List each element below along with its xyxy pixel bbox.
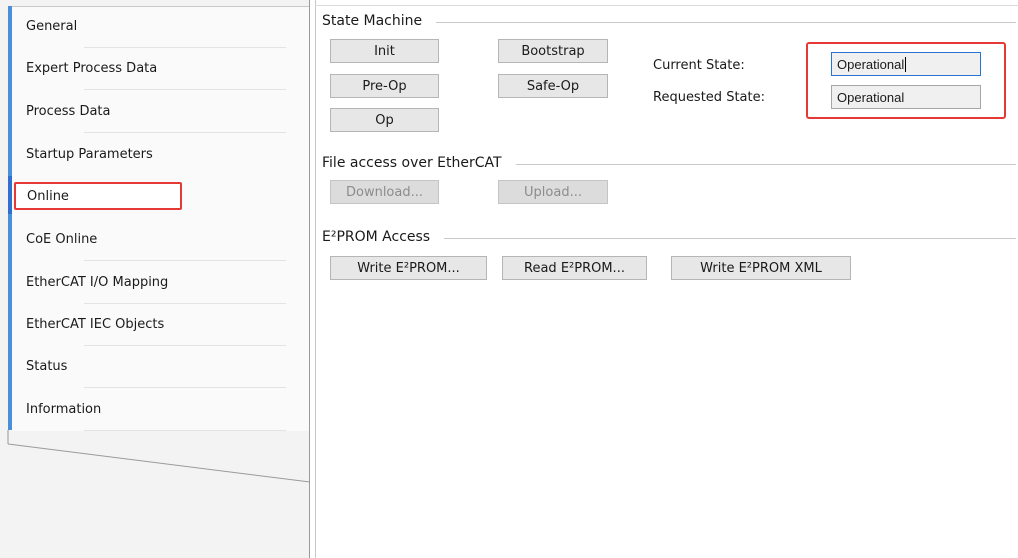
- panel-border: [315, 0, 316, 558]
- op-button[interactable]: Op: [330, 108, 439, 132]
- write-eeprom-xml-button[interactable]: Write E²PROM XML: [671, 256, 851, 280]
- bootstrap-button[interactable]: Bootstrap: [498, 39, 608, 63]
- upload-button[interactable]: Upload...: [498, 180, 608, 204]
- sidebar-item-label: Online: [27, 189, 69, 204]
- init-button[interactable]: Init: [330, 39, 439, 63]
- file-access-title: File access over EtherCAT: [322, 155, 516, 171]
- sidebar-item-coe-online[interactable]: CoE Online: [14, 219, 306, 261]
- sidebar-accent-bar: [8, 6, 12, 430]
- sidebar-item-process-data[interactable]: Process Data: [14, 91, 306, 133]
- preop-button[interactable]: Pre-Op: [330, 74, 439, 98]
- sidebar-item-information[interactable]: Information: [14, 389, 306, 431]
- divider: [84, 89, 286, 90]
- divider: [84, 387, 286, 388]
- current-state-label: Current State:: [653, 58, 745, 73]
- download-button[interactable]: Download...: [330, 180, 439, 204]
- sidebar-item-startup-parameters[interactable]: Startup Parameters: [14, 134, 306, 176]
- sidebar-item-online[interactable]: Online: [14, 182, 182, 210]
- divider: [84, 132, 286, 133]
- state-highlight-box: [806, 42, 1006, 119]
- selected-tab-accent: [8, 176, 12, 214]
- sidebar-item-label: CoE Online: [26, 232, 98, 247]
- state-machine-title: State Machine: [322, 13, 437, 29]
- sidebar-item-label: Startup Parameters: [26, 147, 153, 162]
- read-eeprom-button[interactable]: Read E²PROM...: [502, 256, 647, 280]
- safeop-button[interactable]: Safe-Op: [498, 74, 608, 98]
- sidebar-item-label: Status: [26, 359, 68, 374]
- sidebar-item-label: EtherCAT IEC Objects: [26, 317, 165, 332]
- sidebar-border: [309, 0, 310, 558]
- sidebar-item-label: General: [26, 19, 78, 34]
- sidebar-item-ethercat-io-mapping[interactable]: EtherCAT I/O Mapping: [14, 262, 306, 304]
- divider: [84, 430, 286, 431]
- divider: [84, 260, 286, 261]
- sidebar-item-label: Expert Process Data: [26, 61, 158, 76]
- sidebar-item-expert-process-data[interactable]: Expert Process Data: [14, 48, 306, 90]
- sidebar-item-ethercat-iec-objects[interactable]: EtherCAT IEC Objects: [14, 304, 306, 346]
- panel-border-top: [315, 5, 1018, 6]
- sidebar-item-label: EtherCAT I/O Mapping: [26, 275, 169, 290]
- write-eeprom-button[interactable]: Write E²PROM...: [330, 256, 487, 280]
- sidebar-item-status[interactable]: Status: [14, 346, 306, 388]
- sidebar-item-general[interactable]: General: [14, 6, 306, 48]
- sidebar-item-label: Process Data: [26, 104, 111, 119]
- sidebar-item-label: Information: [26, 402, 102, 417]
- eeprom-title: E²PROM Access: [322, 229, 445, 245]
- requested-state-label: Requested State:: [653, 90, 765, 105]
